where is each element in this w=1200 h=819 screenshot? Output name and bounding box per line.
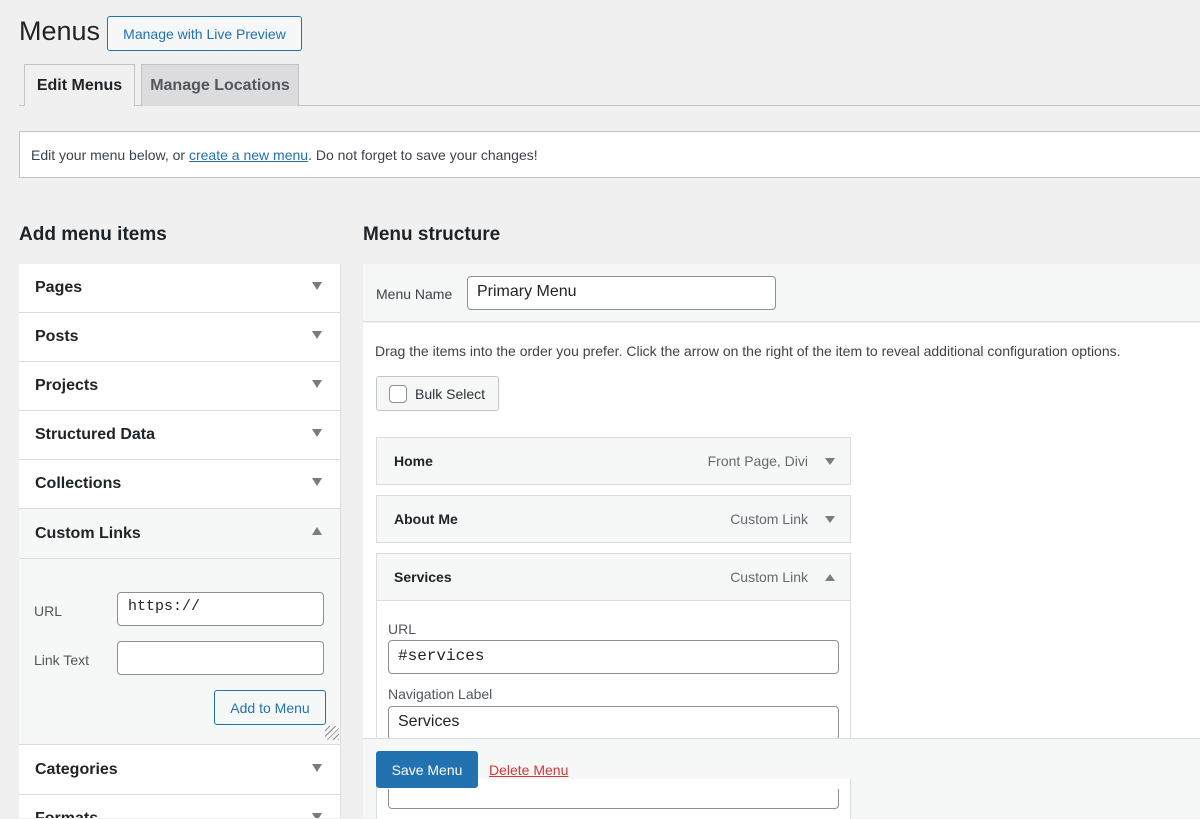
menu-item-title: About Me [394, 511, 458, 527]
chevron-down-icon [312, 282, 322, 290]
menu-item-type: Custom Link [730, 511, 808, 527]
accordion-label: Custom Links [35, 524, 141, 542]
menu-name-bar: Menu Name Primary Menu [363, 264, 1200, 322]
menu-item-type: Front Page, Divi [707, 453, 808, 469]
chevron-down-icon [312, 813, 322, 818]
bulk-select-checkbox[interactable] [389, 384, 407, 403]
chevron-down-icon [312, 429, 322, 437]
edit-notice: Edit your menu below, or create a new me… [19, 131, 1200, 178]
custom-link-url-input[interactable]: https:// [117, 592, 324, 626]
notice-suffix: . Do not forget to save your changes! [308, 146, 538, 163]
bulk-select-button[interactable]: Bulk Select [376, 376, 499, 411]
item-url-label: URL [388, 621, 417, 637]
accordion-label: Categories [35, 761, 118, 778]
accordion-custom-links[interactable]: Custom Links [19, 509, 340, 559]
accordion-formats[interactable]: Formats [19, 795, 340, 818]
resize-handle-icon[interactable] [325, 726, 339, 740]
accordion-label: Structured Data [35, 426, 156, 443]
accordion-projects[interactable]: Projects [19, 362, 340, 411]
add-menu-items-title: Add menu items [19, 224, 167, 245]
add-menu-items-accordion: Pages Posts Projects Structured Data Col… [19, 264, 341, 818]
custom-link-url-label: URL [34, 603, 63, 619]
manage-live-preview-button[interactable]: Manage with Live Preview [107, 16, 302, 51]
chevron-down-icon [312, 478, 322, 486]
menu-item-home[interactable]: Home Front Page, Divi [376, 437, 851, 485]
notice-prefix: Edit your menu below, or [31, 146, 186, 163]
accordion-label: Collections [35, 475, 122, 492]
chevron-up-icon[interactable] [825, 574, 835, 581]
accordion-collections[interactable]: Collections [19, 460, 340, 509]
chevron-down-icon [312, 380, 322, 388]
chevron-down-icon [312, 331, 322, 339]
chevron-up-icon [312, 527, 322, 535]
menu-item-title: Services [394, 569, 452, 585]
delete-menu-link[interactable]: Delete Menu [489, 762, 568, 778]
item-url-input[interactable]: #services [388, 640, 839, 674]
menu-structure-title: Menu structure [363, 224, 501, 245]
tab-edit-menus[interactable]: Edit Menus [24, 64, 135, 106]
menu-name-input[interactable]: Primary Menu [467, 276, 776, 310]
chevron-down-icon[interactable] [825, 458, 835, 465]
menu-item-title: Home [394, 453, 433, 469]
accordion-posts[interactable]: Posts [19, 313, 340, 362]
menu-save-bar: Save Menu Delete Menu [363, 738, 1200, 819]
menu-item-services[interactable]: Services Custom Link [376, 553, 851, 601]
navigation-label-label: Navigation Label [388, 686, 493, 702]
tab-manage-locations[interactable]: Manage Locations [141, 64, 299, 106]
add-to-menu-button[interactable]: Add to Menu [214, 690, 326, 725]
accordion-label: Formats [35, 810, 98, 818]
navigation-label-input[interactable]: Services [388, 706, 839, 740]
chevron-down-icon[interactable] [825, 516, 835, 523]
custom-links-panel: URL https:// Link Text Add to Menu [19, 559, 340, 745]
menu-item-about-me[interactable]: About Me Custom Link [376, 495, 851, 543]
save-menu-button[interactable]: Save Menu [376, 751, 478, 788]
accordion-structured-data[interactable]: Structured Data [19, 411, 340, 460]
accordion-categories[interactable]: Categories [19, 746, 340, 795]
accordion-pages[interactable]: Pages [19, 264, 340, 313]
bulk-select-label: Bulk Select [415, 385, 486, 402]
accordion-label: Pages [35, 279, 83, 296]
menu-structure-body: Drag the items into the order you prefer… [363, 323, 1200, 741]
accordion-label: Projects [35, 377, 99, 394]
custom-link-text-input[interactable] [117, 641, 324, 675]
create-new-menu-link[interactable]: create a new menu [189, 147, 308, 163]
chevron-down-icon [312, 764, 322, 772]
page-title: Menus [19, 16, 101, 46]
custom-link-text-label: Link Text [34, 652, 89, 668]
drag-instructions: Drag the items into the order you prefer… [375, 343, 1121, 359]
menu-item-settings-panel: URL #services Navigation Label Services [376, 601, 851, 741]
accordion-label: Posts [35, 328, 79, 345]
menu-item-type: Custom Link [730, 569, 808, 585]
partial-input-field[interactable] [388, 789, 839, 809]
menu-name-label: Menu Name [376, 286, 453, 302]
